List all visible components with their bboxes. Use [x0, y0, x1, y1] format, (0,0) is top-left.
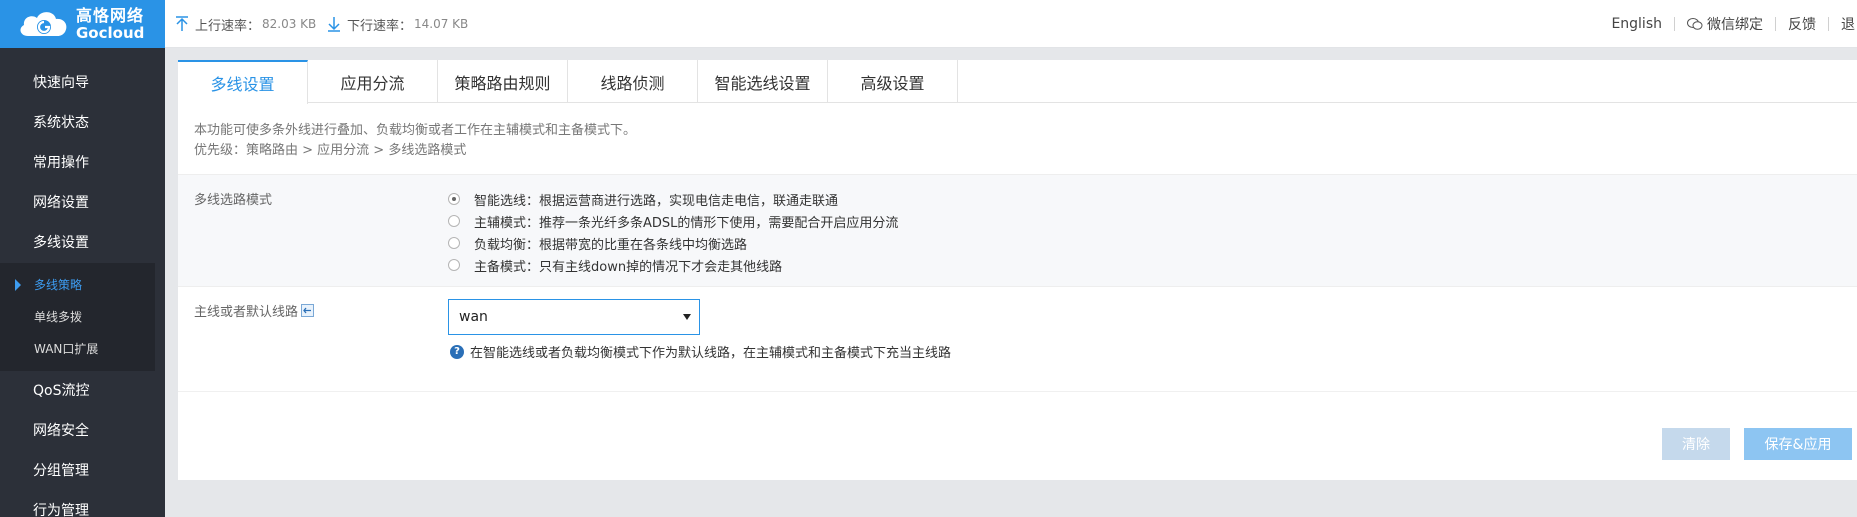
wechat-bind-link[interactable]: 微信绑定 — [1675, 14, 1775, 34]
sidebar-item-multiline-settings[interactable]: 多线设置 — [0, 223, 165, 263]
brand-logo[interactable]: 高恪网络 Gocloud — [0, 0, 165, 48]
active-arrow-icon — [15, 279, 21, 291]
sidebar-item-group-management[interactable]: 分组管理 — [0, 451, 165, 491]
sidebar-submenu: 多线策略 单线多拨 WAN口扩展 — [0, 263, 155, 371]
feedback-link[interactable]: 反馈 — [1776, 14, 1828, 34]
cloud-logo-icon — [16, 6, 72, 42]
sidebar: 快速向导 系统状态 常用操作 网络设置 多线设置 多线策略 单线多拨 WAN口扩… — [0, 48, 165, 517]
sidebar-item-network-security[interactable]: 网络安全 — [0, 411, 165, 451]
wechat-bind-label: 微信绑定 — [1707, 17, 1763, 33]
question-icon: ? — [450, 344, 464, 359]
radio-label: 负载均衡：根据带宽的比重在各条线中均衡选路 — [474, 237, 748, 253]
brand-name-cn: 高恪网络 — [76, 5, 145, 25]
mode-label: 多线选路模式 — [194, 193, 273, 208]
tab-policy-routing[interactable]: 策略路由规则 — [438, 60, 568, 103]
sidebar-item-quick-guide[interactable]: 快速向导 — [0, 63, 165, 103]
default-line-hint: ? 在智能选线或者负载均衡模式下作为默认线路，在主辅模式和主备模式下充当主线路 — [450, 342, 951, 361]
sidebar-subitem-multiline-policy[interactable]: 多线策略 — [0, 269, 155, 301]
upload-label: 上行速率： — [195, 18, 261, 34]
radio-unchecked-icon[interactable] — [448, 215, 460, 227]
save-apply-button[interactable]: 保存&应用 — [1744, 428, 1852, 460]
tab-advanced[interactable]: 高级设置 — [828, 60, 958, 103]
help-toggle-icon[interactable] — [301, 304, 315, 317]
mode-radio-group: 智能选线：根据运营商进行选路，实现电信走电信，联通走联通 主辅模式：推荐一条光纤… — [448, 188, 898, 276]
wechat-icon — [1687, 18, 1703, 30]
intro-line: 本功能可使多条外线进行叠加、负载均衡或者工作在主辅模式和主备模式下。 — [194, 123, 637, 138]
dropdown-caret-icon — [683, 314, 691, 320]
radio-label: 智能选线：根据运营商进行选路，实现电信走电信，联通走联通 — [474, 193, 839, 209]
select-value: wan — [459, 309, 488, 325]
tab-bar: 多线设置 应用分流 策略路由规则 线路侦测 智能选线设置 高级设置 — [178, 60, 1857, 104]
radio-load-balance[interactable]: 负载均衡：根据带宽的比重在各条线中均衡选路 — [448, 232, 898, 254]
default-line-label-wrap: 主线或者默认线路 — [194, 301, 315, 320]
brand-name-en: Gocloud — [76, 23, 145, 42]
radio-checked-icon[interactable] — [448, 193, 460, 205]
upload-value: 82.03 KB — [262, 17, 317, 31]
priority-line: 优先级：策略路由 > 应用分流 > 多线选路模式 — [194, 143, 467, 158]
language-switch-link[interactable]: English — [1599, 16, 1674, 32]
sidebar-item-system-status[interactable]: 系统状态 — [0, 103, 165, 143]
radio-unchecked-icon[interactable] — [448, 259, 460, 271]
sidebar-item-qos[interactable]: QoS流控 — [0, 371, 165, 411]
upload-arrow-icon — [176, 16, 188, 31]
tab-multiline-settings[interactable]: 多线设置 — [178, 60, 308, 104]
radio-smart[interactable]: 智能选线：根据运营商进行选路，实现电信走电信，联通走联通 — [448, 188, 898, 210]
upload-speed: 上行速率： 82.03 KB — [175, 0, 316, 48]
radio-unchecked-icon[interactable] — [448, 237, 460, 249]
top-header: 上行速率： 82.03 KB 下行速率： 14.07 KB English 微信… — [165, 0, 1857, 48]
tab-line-detection[interactable]: 线路侦测 — [568, 60, 698, 103]
download-speed: 下行速率： 14.07 KB — [327, 0, 468, 48]
main-panel: 多线设置 应用分流 策略路由规则 线路侦测 智能选线设置 高级设置 本功能可使多… — [178, 60, 1857, 480]
sidebar-item-network-settings[interactable]: 网络设置 — [0, 183, 165, 223]
intro-text: 本功能可使多条外线进行叠加、负载均衡或者工作在主辅模式和主备模式下。 优先级：策… — [178, 103, 1857, 174]
radio-primary-auxiliary[interactable]: 主辅模式：推荐一条光纤多条ADSL的情形下使用，需要配合开启应用分流 — [448, 210, 898, 232]
logout-link[interactable]: 退 — [1829, 14, 1857, 34]
sidebar-item-common-ops[interactable]: 常用操作 — [0, 143, 165, 183]
download-label: 下行速率： — [347, 18, 413, 34]
radio-label: 主辅模式：推荐一条光纤多条ADSL的情形下使用，需要配合开启应用分流 — [474, 215, 899, 231]
radio-label: 主备模式：只有主线down掉的情况下才会走其他线路 — [474, 259, 783, 275]
default-line-row: 主线或者默认线路 wan ? 在智能选线或者负载均衡模式下作为默认线路，在主辅模… — [178, 286, 1857, 392]
mode-row: 多线选路模式 智能选线：根据运营商进行选路，实现电信走电信，联通走联通 主辅模式… — [178, 174, 1857, 286]
default-line-label: 主线或者默认线路 — [194, 305, 299, 320]
radio-primary-backup[interactable]: 主备模式：只有主线down掉的情况下才会走其他线路 — [448, 254, 898, 276]
download-value: 14.07 KB — [414, 17, 469, 31]
sidebar-item-behavior-management[interactable]: 行为管理 — [0, 491, 165, 517]
download-arrow-icon — [328, 17, 340, 32]
sidebar-subitem-single-line-dial[interactable]: 单线多拨 — [0, 301, 155, 333]
sidebar-subitem-wan-expand[interactable]: WAN口扩展 — [0, 333, 155, 365]
tab-app-split[interactable]: 应用分流 — [308, 60, 438, 103]
default-line-select[interactable]: wan — [448, 299, 700, 335]
hint-text: 在智能选线或者负载均衡模式下作为默认线路，在主辅模式和主备模式下充当主线路 — [470, 346, 952, 361]
clear-button[interactable]: 清除 — [1662, 428, 1730, 460]
sidebar-subitem-label: 多线策略 — [34, 278, 83, 292]
tab-smart-selection[interactable]: 智能选线设置 — [698, 60, 828, 103]
